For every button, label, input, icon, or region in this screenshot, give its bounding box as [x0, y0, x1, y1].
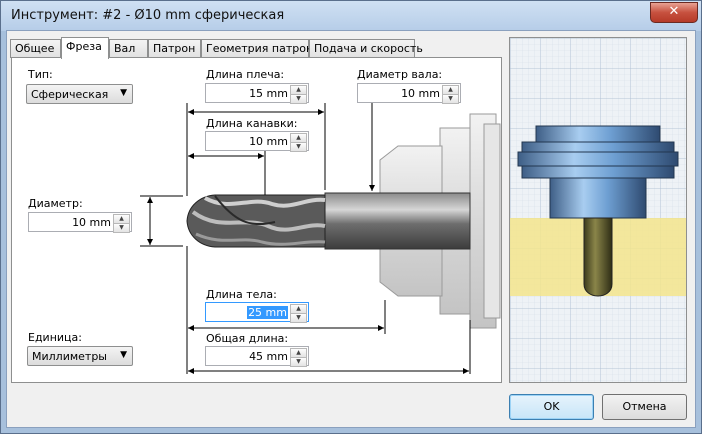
stepper-down-icon[interactable]: ▼ — [290, 142, 307, 152]
tab-cutter-label: Фреза — [66, 40, 102, 53]
stepper-down-icon[interactable]: ▼ — [290, 94, 307, 104]
body-length-value: 25 mm — [247, 306, 288, 319]
cancel-button[interactable]: Отмена — [602, 394, 687, 420]
shoulder-length-label: Длина плеча: — [206, 68, 285, 81]
body-length-label: Длина тела: — [206, 288, 277, 301]
ok-button[interactable]: OK — [509, 394, 594, 420]
flute-length-value: 10 mm — [249, 135, 288, 148]
total-length-stepper[interactable]: 45 mm ▲ ▼ — [205, 346, 309, 367]
flute-length-label: Длина канавки: — [206, 117, 298, 130]
chevron-down-icon: ▼ — [120, 88, 127, 98]
stepper-down-icon[interactable]: ▼ — [442, 94, 459, 104]
shoulder-length-value: 15 mm — [249, 87, 288, 100]
type-label: Тип: — [28, 68, 53, 81]
tab-cutter[interactable]: Фреза — [61, 37, 109, 59]
close-button[interactable]: ✕ — [650, 2, 698, 23]
preview-render — [510, 38, 686, 382]
stepper-down-icon[interactable]: ▼ — [113, 223, 130, 233]
cutter-body — [186, 194, 326, 248]
diameter-value: 10 mm — [72, 216, 111, 229]
body-length-stepper[interactable]: 25 mm ▲ ▼ — [205, 302, 309, 323]
diameter-label: Диаметр: — [28, 197, 83, 210]
shaft-diameter-stepper[interactable]: 10 mm ▲ ▼ — [357, 83, 461, 104]
total-length-label: Общая длина: — [206, 332, 289, 345]
diameter-stepper[interactable]: 10 mm ▲ ▼ — [28, 212, 132, 233]
shaft-diameter-label: Диаметр вала: — [357, 68, 443, 81]
type-select[interactable]: Сферическая фреза ▼ — [26, 84, 133, 104]
unit-select-value: Миллиметры — [32, 350, 107, 363]
chevron-down-icon: ▼ — [120, 350, 127, 360]
total-length-value: 45 mm — [249, 350, 288, 363]
shaft-diameter-value: 10 mm — [401, 87, 440, 100]
stepper-down-icon[interactable]: ▼ — [290, 313, 307, 323]
unit-select[interactable]: Миллиметры ▼ — [27, 346, 133, 366]
tool-preview — [509, 37, 687, 383]
unit-label: Единица: — [28, 331, 82, 344]
flute-length-stepper[interactable]: 10 mm ▲ ▼ — [205, 131, 309, 152]
shoulder-length-stepper[interactable]: 15 mm ▲ ▼ — [205, 83, 309, 104]
close-icon: ✕ — [668, 4, 680, 19]
cutter-preview — [583, 217, 613, 297]
shank-shape — [324, 192, 471, 250]
stepper-down-icon[interactable]: ▼ — [290, 357, 307, 367]
